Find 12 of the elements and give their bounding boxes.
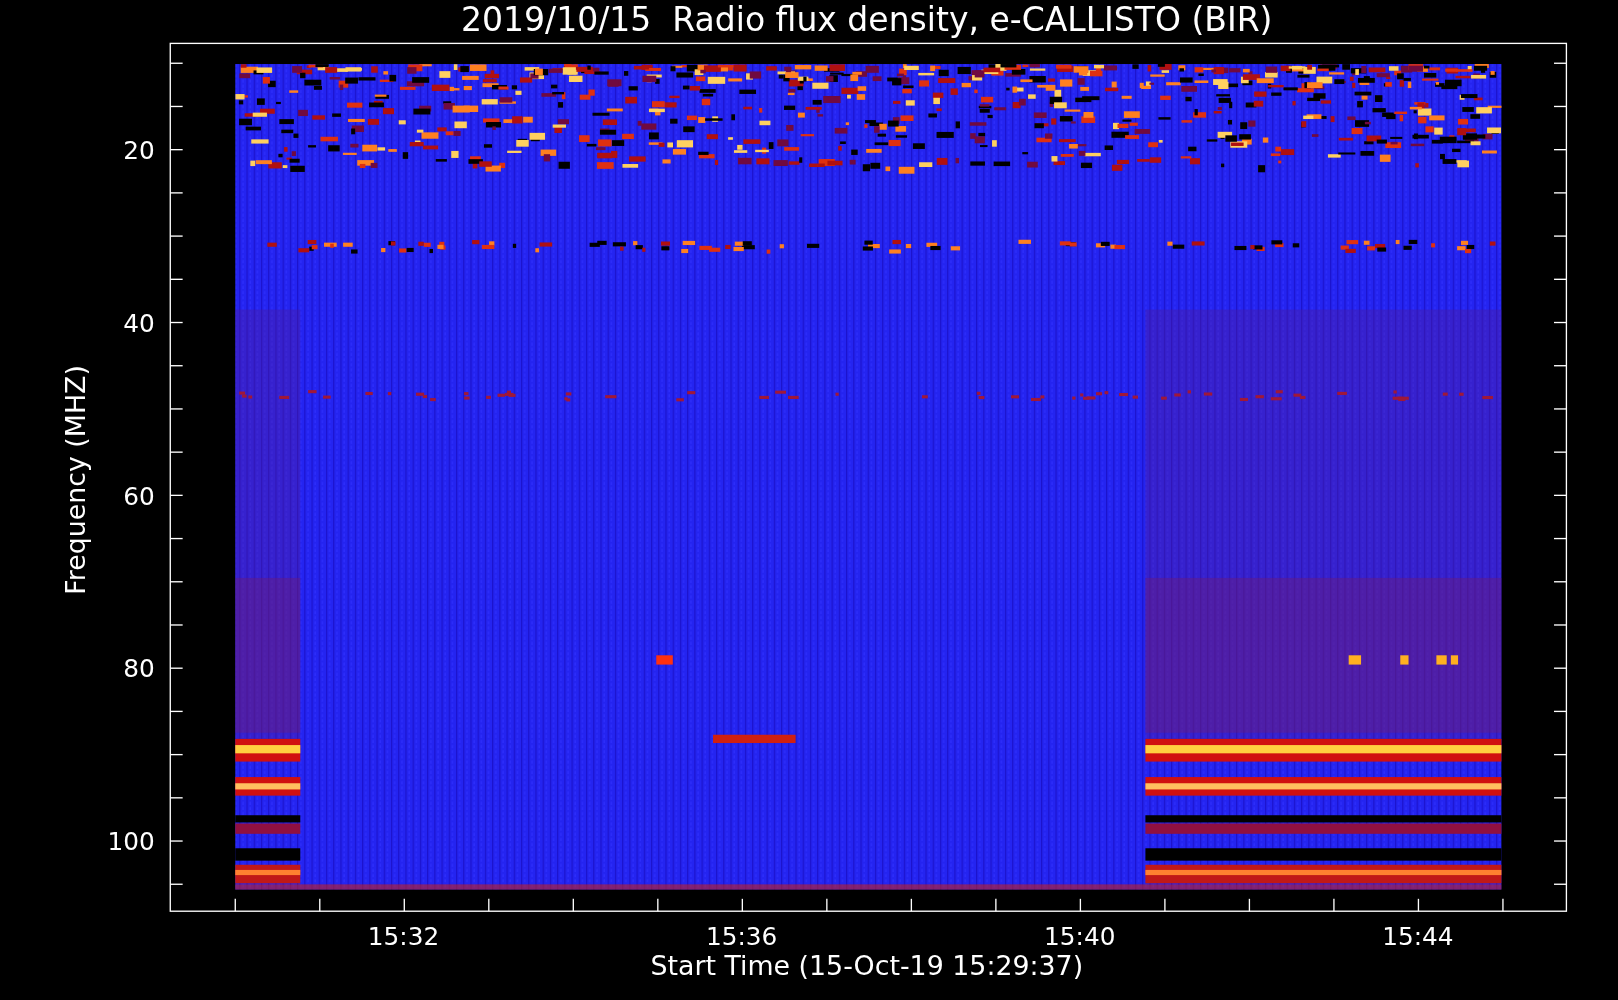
x-tick-label: 15:36 [705,922,778,952]
y-axis-label: Frequency (MHZ) [59,365,91,595]
x-tick-label: 15:32 [367,922,440,952]
y-tick-label: 80 [123,654,155,684]
y-tick-label: 100 [107,827,155,857]
y-tick-label: 20 [123,135,155,165]
y-tick-label: 40 [123,308,155,338]
x-axis-label: Start Time (15-Oct-19 15:29:37) [650,950,1084,982]
chart-title: 2019/10/15 Radio flux density, e-CALLISTO (BIR) [461,0,1273,39]
x-tick-label: 15:40 [1044,922,1116,952]
x-tick-label: 15:44 [1382,922,1454,952]
y-tick-label: 60 [123,481,155,511]
